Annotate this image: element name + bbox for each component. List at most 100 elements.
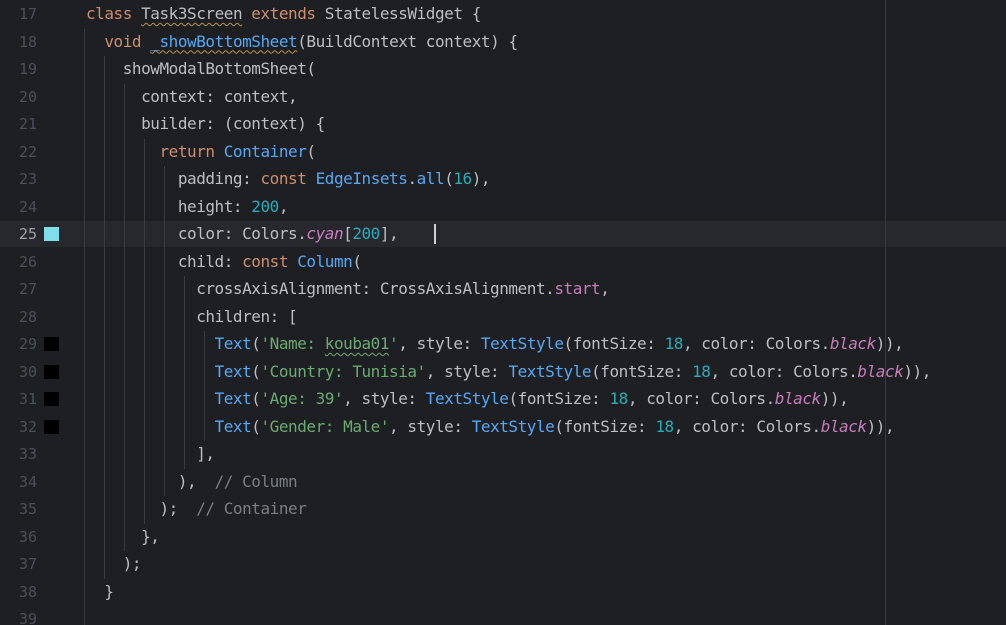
- code-line[interactable]: 39: [0, 606, 1006, 625]
- code-token: return: [159, 141, 224, 161]
- color-swatch-icon[interactable]: [44, 392, 59, 406]
- code-token: ],: [379, 224, 399, 243]
- code-text: Text('Country: Tunisia', style: TextStyl…: [86, 359, 932, 385]
- code-line[interactable]: 28 children: [: [0, 304, 1006, 330]
- code-token: 18: [609, 389, 628, 408]
- code-line[interactable]: 32 Text('Gender: Male', style: TextStyle…: [0, 414, 1006, 440]
- code-token: EdgeInsets: [315, 169, 408, 188]
- code-token: const: [242, 251, 298, 271]
- code-line[interactable]: 21 builder: (context) {: [0, 111, 1006, 137]
- code-line[interactable]: 34 ), // Column: [0, 469, 1006, 495]
- code-line[interactable]: 31 Text('Age: 39', style: TextStyle(font…: [0, 386, 1006, 412]
- code-token: (fontSize:: [554, 416, 656, 436]
- color-swatch-icon[interactable]: [44, 337, 59, 351]
- code-line[interactable]: 20 context: context,: [0, 84, 1006, 110]
- line-number: 37: [18, 555, 37, 573]
- code-token: context: context,: [86, 86, 298, 106]
- code-token: void: [104, 31, 151, 51]
- line-number: 30: [18, 362, 37, 381]
- code-token: black: [857, 361, 904, 381]
- code-token: showModalBottomSheet(: [86, 59, 316, 78]
- code-line[interactable]: 25 color: Colors.cyan[200],: [0, 221, 1006, 247]
- code-token: );: [86, 499, 197, 518]
- line-number: 35: [18, 500, 37, 518]
- code-token: ],: [86, 444, 215, 463]
- code-token: )),: [820, 389, 849, 408]
- code-token: )),: [875, 334, 904, 353]
- code-text: color: Colors.cyan[200],: [86, 221, 399, 247]
- color-swatch-icon[interactable]: [44, 364, 59, 379]
- code-line[interactable]: 27 crossAxisAlignment: CrossAxisAlignmen…: [0, 276, 1006, 302]
- line-number: 28: [18, 307, 37, 326]
- code-token: },: [86, 526, 160, 546]
- code-line[interactable]: 36 },: [0, 524, 1006, 550]
- code-token: color: Colors.: [86, 224, 307, 243]
- code-token: , style:: [425, 361, 509, 381]
- line-number: 29: [18, 335, 37, 353]
- code-token: 200: [352, 224, 380, 243]
- code-token: black: [820, 416, 867, 436]
- code-token: , color: Colors.: [673, 416, 821, 436]
- code-token: kouba01: [324, 334, 390, 353]
- indent-guide: [104, 56, 105, 579]
- code-token: Text: [214, 334, 252, 353]
- code-token: _showBottomSheet: [150, 31, 298, 51]
- code-line[interactable]: 24 height: 200,: [0, 194, 1006, 220]
- code-token: height:: [86, 196, 252, 216]
- indent-guide: [184, 276, 185, 469]
- code-token: (: [444, 169, 454, 188]
- code-line[interactable]: 23 padding: const EdgeInsets.all(16),: [0, 166, 1006, 192]
- code-token: , color: Colors.: [710, 361, 858, 381]
- code-token: ),: [86, 471, 215, 491]
- code-line[interactable]: 26 child: const Column(: [0, 249, 1006, 275]
- code-token: Text: [214, 389, 252, 408]
- code-token: [: [343, 224, 353, 243]
- code-token: , color: Colors.: [627, 389, 775, 408]
- line-number: 27: [18, 280, 37, 298]
- code-text: children: [: [86, 304, 297, 330]
- code-line[interactable]: 19 showModalBottomSheet(: [0, 56, 1006, 82]
- code-token: (: [306, 141, 316, 161]
- code-line[interactable]: 35 ); // Container: [0, 496, 1006, 522]
- code-token: Text: [214, 416, 252, 436]
- code-line[interactable]: 18 void _showBottomSheet(BuildContext co…: [0, 29, 1006, 55]
- line-number: 17: [18, 5, 37, 23]
- code-token: start: [554, 279, 601, 298]
- indent-guide: [164, 166, 165, 496]
- code-line[interactable]: 37 );: [0, 551, 1006, 577]
- code-token: .: [407, 169, 417, 188]
- line-number: 34: [18, 472, 37, 491]
- code-line[interactable]: 38 }: [0, 579, 1006, 605]
- code-line[interactable]: 22 return Container(: [0, 139, 1006, 165]
- indent-guide: [144, 138, 145, 524]
- code-token: Container: [223, 141, 307, 161]
- code-token: , style:: [398, 334, 481, 353]
- code-line[interactable]: 33 ],: [0, 441, 1006, 467]
- code-editor[interactable]: 17 class Task3Screen extends StatelessWid…: [0, 0, 1006, 625]
- color-swatch-icon[interactable]: [44, 419, 59, 434]
- color-swatch-icon[interactable]: [44, 227, 59, 241]
- code-token: 16: [453, 169, 472, 188]
- code-text: padding: const EdgeInsets.all(16),: [86, 166, 491, 192]
- code-token: );: [86, 554, 142, 573]
- code-text: child: const Column(: [86, 249, 362, 275]
- code-token: )),: [903, 361, 931, 381]
- line-number: 18: [18, 32, 37, 51]
- line-number: 31: [18, 390, 37, 408]
- code-line[interactable]: 30 Text('Country: Tunisia', style: TextS…: [0, 359, 1006, 385]
- code-line[interactable]: 17 class Task3Screen extends StatelessWid…: [0, 1, 1006, 27]
- line-number: 38: [18, 582, 37, 601]
- line-number: 20: [18, 87, 37, 106]
- code-token: 200: [251, 196, 279, 216]
- code-token: cyan: [306, 224, 344, 243]
- code-line[interactable]: 29 Text('Name: kouba01', style: TextStyl…: [0, 331, 1006, 357]
- line-number: 26: [18, 252, 37, 271]
- code-token: 'Gender: Male': [260, 416, 390, 436]
- code-token: ,: [278, 196, 289, 216]
- line-number: 22: [18, 142, 37, 161]
- code-token: black: [829, 334, 876, 353]
- line-number: 25: [18, 225, 37, 243]
- code-text: return Container(: [86, 139, 316, 165]
